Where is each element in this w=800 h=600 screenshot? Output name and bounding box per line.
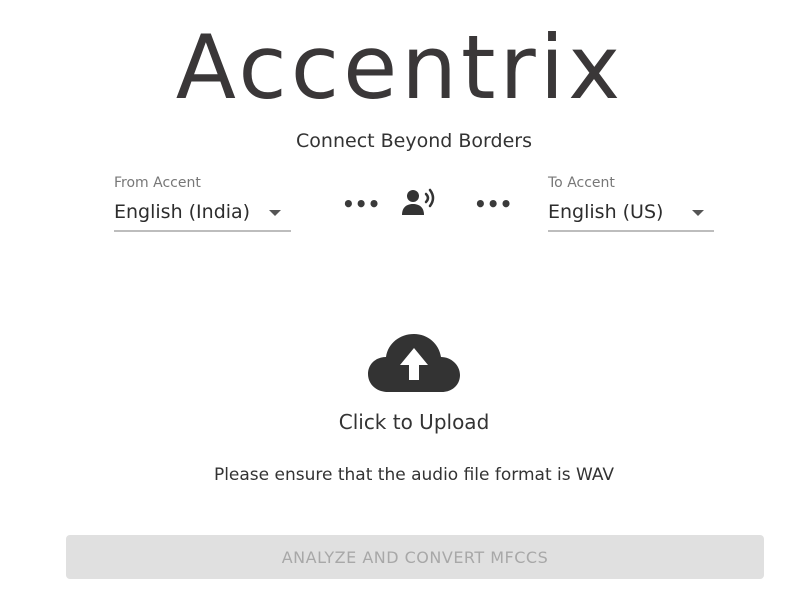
analyze-convert-button[interactable]: ANALYZE AND CONVERT MFCCS xyxy=(66,535,764,579)
to-accent-value: English (US) xyxy=(548,201,664,223)
from-accent-label: From Accent xyxy=(114,175,201,191)
app-logo: Accentrix xyxy=(175,16,625,119)
file-format-notice: Please ensure that the audio file format… xyxy=(213,465,615,485)
speaker-voice-icon xyxy=(402,188,435,215)
app-page: Accentrix Connect Beyond Borders From Ac… xyxy=(0,0,800,600)
upload-area[interactable]: Click to Upload xyxy=(300,328,528,440)
to-accent-field: To Accent English (US) xyxy=(548,174,714,232)
from-accent-value: English (India) xyxy=(114,201,251,223)
upload-label: Click to Upload xyxy=(338,410,490,434)
to-accent-label: To Accent xyxy=(548,175,615,191)
connector-dots-right: ••• xyxy=(474,192,513,216)
from-accent-field: From Accent English (India) xyxy=(114,174,291,232)
to-accent-select[interactable]: English (US) xyxy=(548,200,714,232)
tagline: Connect Beyond Borders xyxy=(296,130,532,152)
chevron-down-icon xyxy=(692,210,704,216)
from-accent-select[interactable]: English (India) xyxy=(114,200,291,232)
cloud-upload-icon xyxy=(368,334,460,392)
chevron-down-icon xyxy=(269,210,281,216)
connector-dots-left: ••• xyxy=(342,192,381,216)
